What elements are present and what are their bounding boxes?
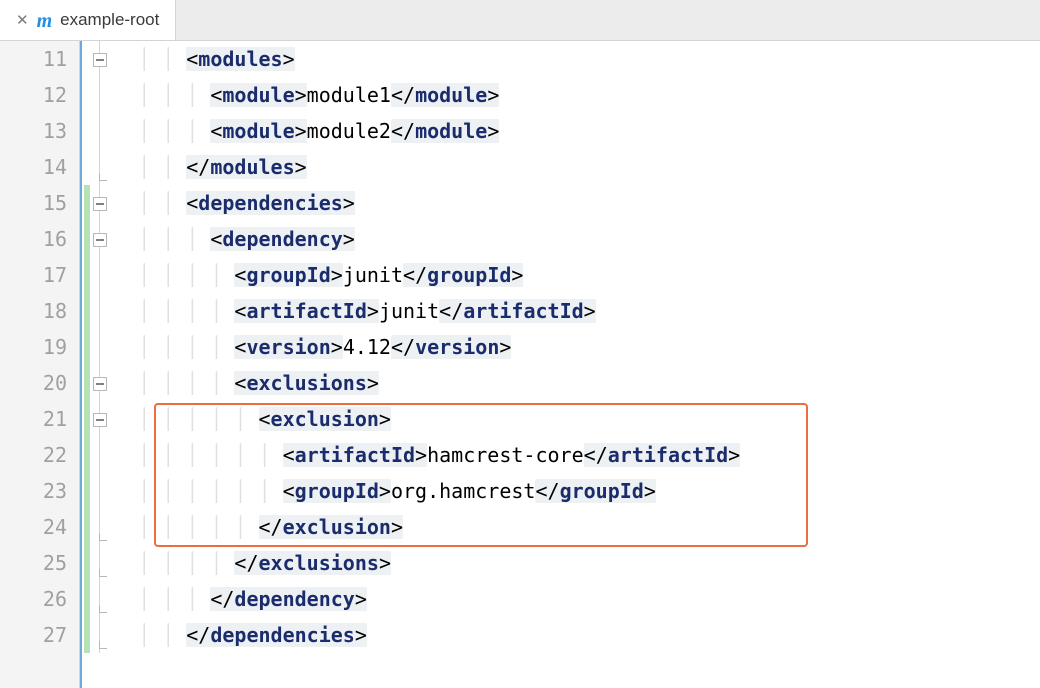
code-line[interactable]: │ │ <dependencies>	[110, 185, 1040, 221]
code-line[interactable]: │ │ │ │ <groupId>junit</groupId>	[110, 257, 1040, 293]
maven-icon: m	[37, 11, 53, 31]
line-number: 16	[0, 221, 67, 257]
code-line[interactable]: │ │ </modules>	[110, 149, 1040, 185]
line-number: 13	[0, 113, 67, 149]
fold-end-icon	[99, 533, 107, 541]
line-number: 12	[0, 77, 67, 113]
line-number: 23	[0, 473, 67, 509]
code-line[interactable]: │ │ │ │ │ │ <artifactId>hamcrest-core</a…	[110, 437, 1040, 473]
vcs-change-marker[interactable]	[84, 185, 90, 653]
line-number: 15	[0, 185, 67, 221]
code-line[interactable]: │ │ │ <module>module2</module>	[110, 113, 1040, 149]
tab-title: example-root	[60, 10, 159, 30]
code-line[interactable]: │ │ │ │ <artifactId>junit</artifactId>	[110, 293, 1040, 329]
fold-gutter[interactable]	[80, 41, 110, 688]
code-line[interactable]: │ │ │ │ │ <exclusion>	[110, 401, 1040, 437]
line-number: 17	[0, 257, 67, 293]
code-line[interactable]: │ │ │ │ <exclusions>	[110, 365, 1040, 401]
line-number-gutter: 1112131415161718192021222324252627	[0, 41, 80, 688]
fold-end-icon	[99, 569, 107, 577]
line-number: 11	[0, 41, 67, 77]
line-number: 24	[0, 509, 67, 545]
fold-toggle-icon[interactable]	[93, 233, 107, 247]
code-area[interactable]: │ │ <modules> │ │ │ <module>module1</mod…	[110, 41, 1040, 688]
line-number: 19	[0, 329, 67, 365]
code-editor[interactable]: 1112131415161718192021222324252627 │ │ <…	[0, 41, 1040, 688]
code-line[interactable]: │ │ │ │ │ </exclusion>	[110, 509, 1040, 545]
line-number: 20	[0, 365, 67, 401]
line-number: 21	[0, 401, 67, 437]
code-line[interactable]: │ │ </dependencies>	[110, 617, 1040, 653]
editor-tab[interactable]: ✕ m example-root	[0, 0, 176, 40]
fold-end-icon	[99, 605, 107, 613]
code-line[interactable]: │ │ │ <module>module1</module>	[110, 77, 1040, 113]
code-line[interactable]: │ │ │ │ </exclusions>	[110, 545, 1040, 581]
fold-toggle-icon[interactable]	[93, 53, 107, 67]
fold-toggle-icon[interactable]	[93, 197, 107, 211]
close-icon[interactable]: ✕	[16, 11, 29, 29]
code-line[interactable]: │ │ │ <dependency>	[110, 221, 1040, 257]
line-number: 25	[0, 545, 67, 581]
fold-end-icon	[99, 641, 107, 649]
line-number: 22	[0, 437, 67, 473]
fold-end-icon	[99, 173, 107, 181]
line-number: 14	[0, 149, 67, 185]
fold-toggle-icon[interactable]	[93, 413, 107, 427]
code-line[interactable]: │ │ │ </dependency>	[110, 581, 1040, 617]
fold-toggle-icon[interactable]	[93, 377, 107, 391]
code-line[interactable]: │ │ │ │ <version>4.12</version>	[110, 329, 1040, 365]
line-number: 26	[0, 581, 67, 617]
code-line[interactable]: │ │ │ │ │ │ <groupId>org.hamcrest</group…	[110, 473, 1040, 509]
line-number: 18	[0, 293, 67, 329]
editor-tab-bar: ✕ m example-root	[0, 0, 1040, 41]
line-number: 27	[0, 617, 67, 653]
code-line[interactable]: │ │ <modules>	[110, 41, 1040, 77]
